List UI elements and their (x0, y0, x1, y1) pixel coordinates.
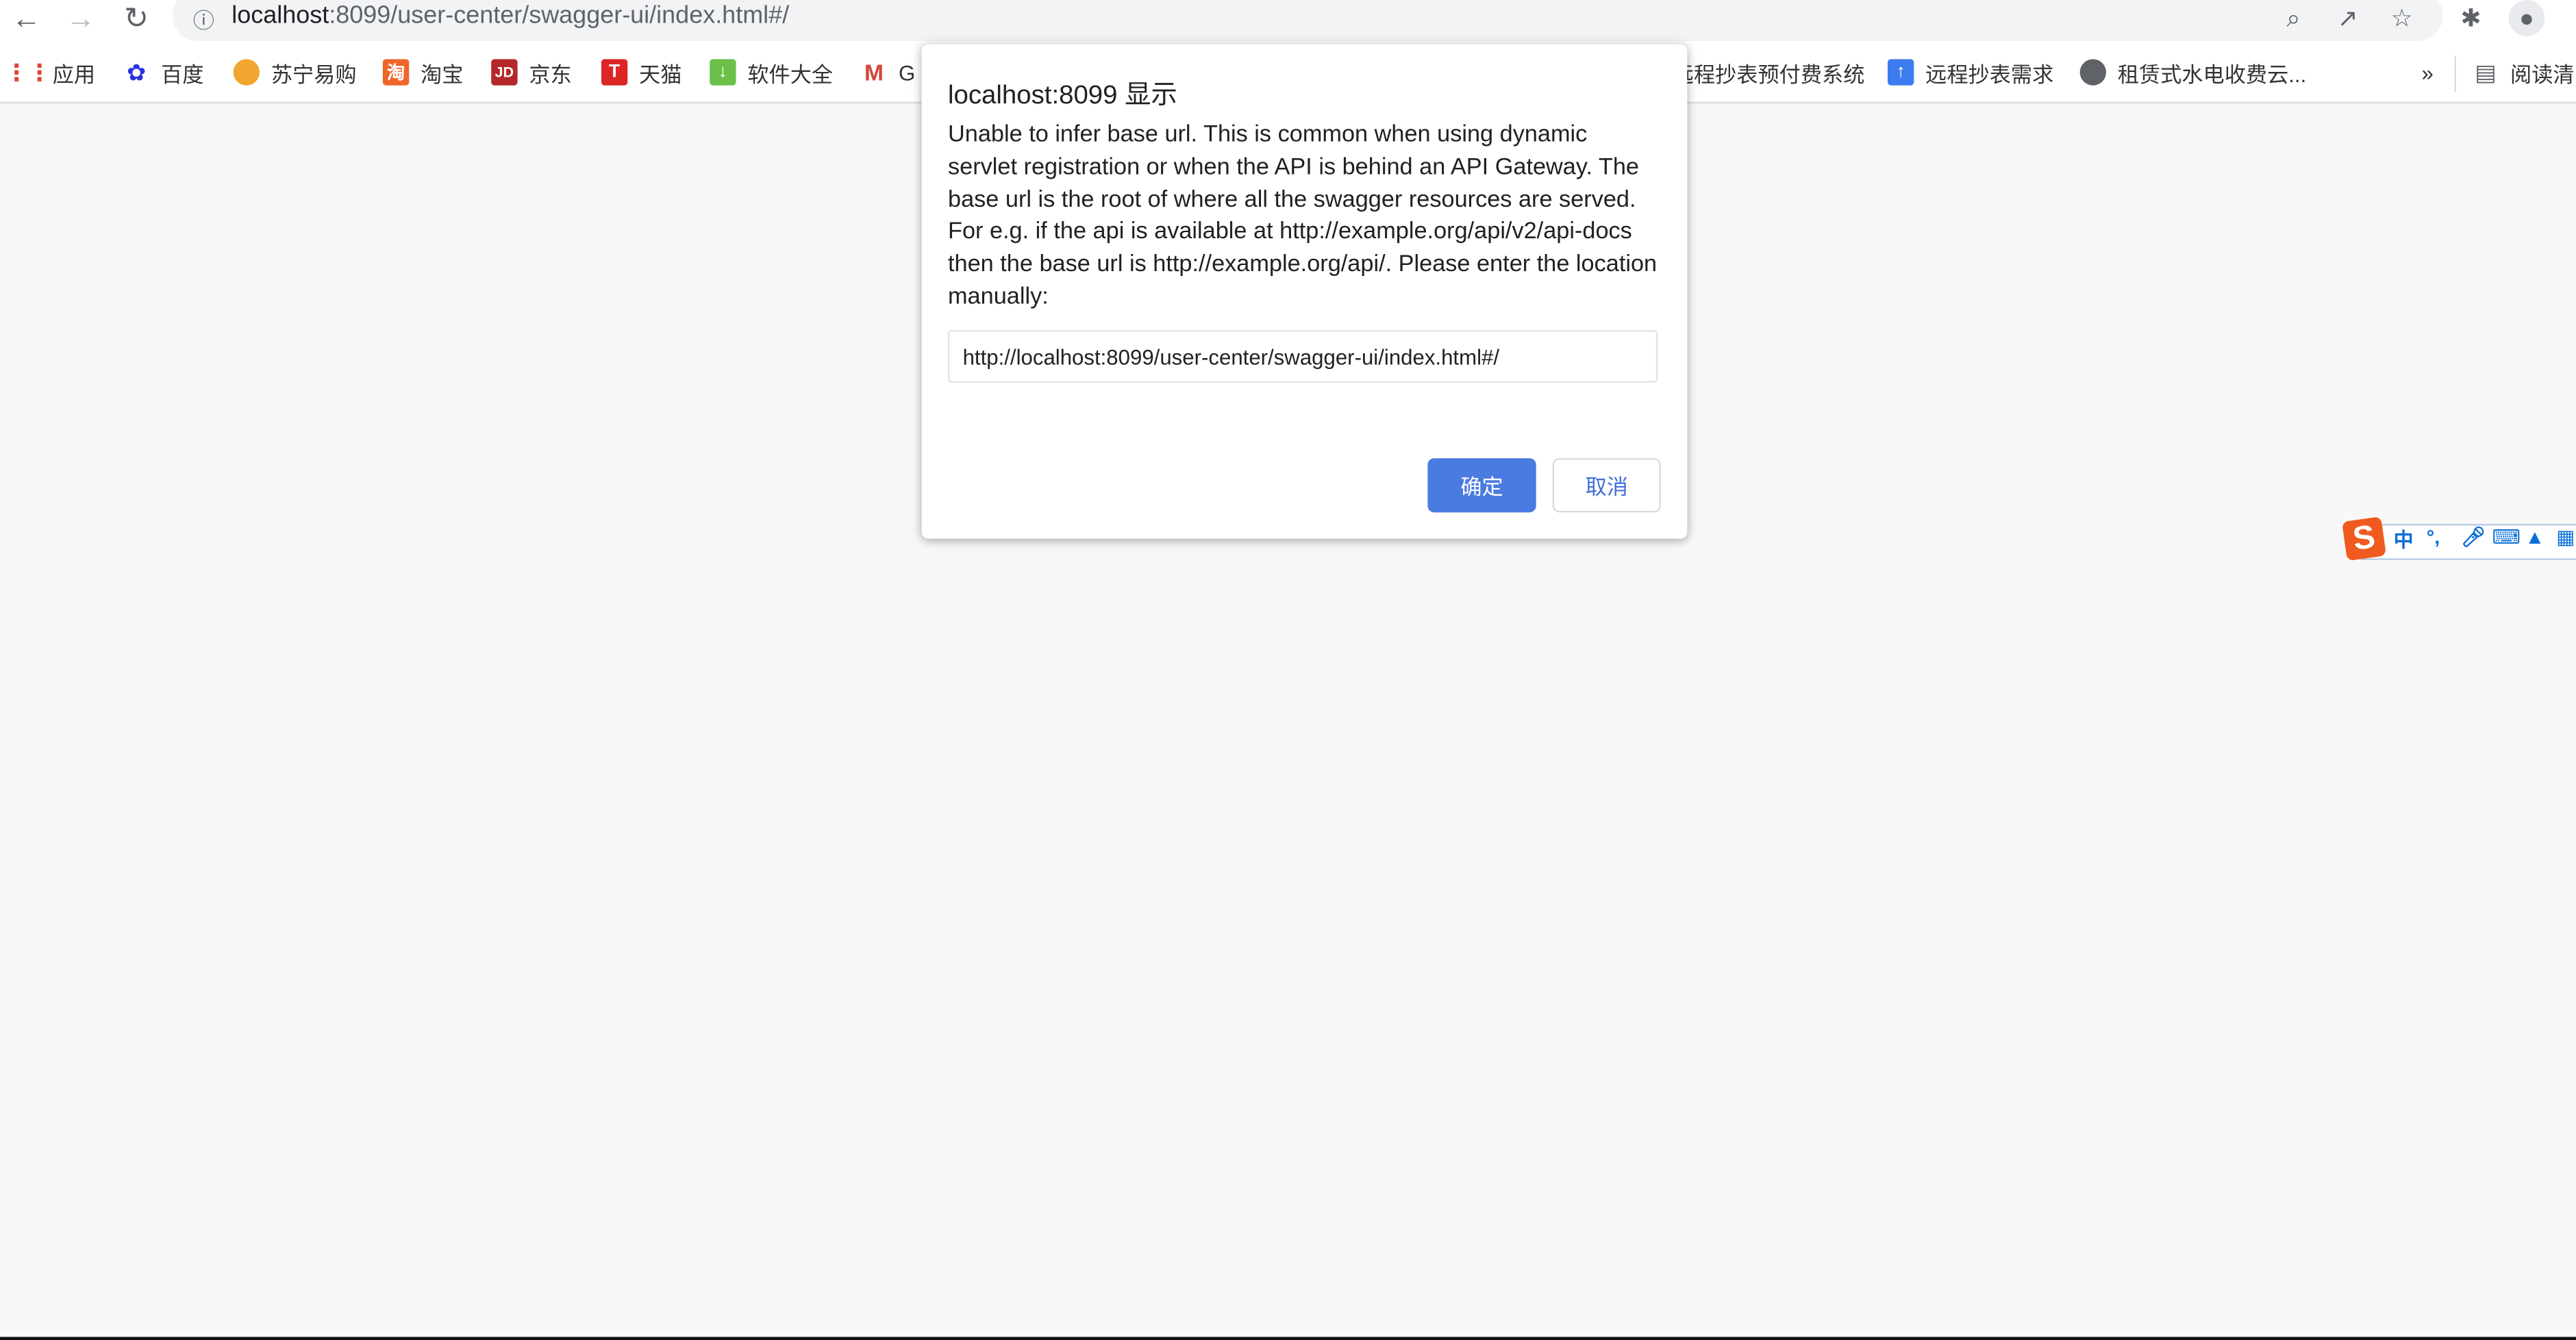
cancel-button[interactable]: 取消 (1552, 458, 1661, 513)
ime-mode-toggle[interactable]: 中 (2394, 526, 2414, 554)
reload-icon[interactable]: ↻ (118, 0, 155, 36)
more-bookmarks-button[interactable]: » (2422, 56, 2434, 89)
dialog-title: localhost:8099 显示 (947, 81, 1177, 110)
reading-list-button[interactable]: ▤ 阅读清 (2473, 56, 2575, 89)
bookmark-baidu[interactable]: ✿ 百度 (123, 56, 204, 89)
divider (2454, 55, 2456, 92)
toolbox-grid-icon[interactable]: ▦ (2556, 526, 2575, 549)
browser-window: ← → ↻ ⓘ localhost:8099/user-center/swagg… (0, 0, 2576, 1340)
back-icon[interactable]: ← (8, 0, 45, 36)
bookmark-software[interactable]: ↓ 软件大全 (710, 56, 833, 89)
microphone-icon[interactable]: 🎤︎ (2461, 526, 2486, 549)
reading-list-label: 阅读清 (2510, 61, 2575, 86)
prompt-dialog: localhost:8099 显示 Unable to infer base u… (921, 44, 1688, 539)
base-url-input[interactable] (947, 330, 1658, 383)
sogou-logo[interactable]: S (2342, 516, 2387, 561)
forward-icon[interactable]: → (62, 0, 99, 36)
keyboard-icon[interactable]: ⌨ (2492, 526, 2521, 549)
ok-button[interactable]: 确定 (1427, 458, 1536, 513)
globe-icon (2079, 59, 2107, 86)
skin-shirt-icon[interactable]: ▲ (2525, 526, 2545, 549)
url-host: localhost (232, 1, 329, 30)
taobao-icon: 淘 (382, 59, 410, 86)
reading-list-icon: ▤ (2475, 58, 2497, 85)
bookmark-label: 远程抄表需求 (1925, 61, 2054, 86)
bookmark-label: 淘宝 (421, 61, 464, 86)
bookmark-label: 软件大全 (747, 61, 834, 86)
bookmark-label: 应用 (52, 61, 96, 86)
suning-lion-icon (233, 59, 260, 86)
bookmark-taobao[interactable]: 淘淘宝 (382, 56, 464, 89)
bookmark-jd[interactable]: JD 京东 (491, 56, 572, 89)
bookmark-label: 租赁式水电收费云... (2117, 61, 2307, 86)
extensions-icon[interactable]: ✱ (2453, 0, 2489, 36)
profile-icon[interactable]: ● (2508, 0, 2545, 36)
url-path: :8099/user-center/swagger-ui/index.html#… (329, 1, 790, 30)
download-icon: ↓ (710, 59, 736, 86)
bookmark-rental-cloud[interactable]: 租赁式水电收费云... (2079, 56, 2307, 89)
baidu-paw-icon: ✿ (126, 58, 147, 85)
bookmark-label: G (899, 60, 916, 85)
bookmark-tmall[interactable]: T 天猫 (601, 56, 682, 89)
bookmark-label: 天猫 (639, 61, 682, 86)
bookmark-label: 远程抄表预付费系统 (1672, 61, 1865, 86)
star-icon[interactable]: ☆ (2384, 0, 2420, 36)
bookmark-requirements[interactable]: ↑ 远程抄表需求 (1887, 56, 2054, 89)
ime-punctuation-toggle[interactable]: °, (2427, 526, 2440, 549)
url-text[interactable]: localhost:8099/user-center/swagger-ui/in… (232, 1, 789, 29)
dialog-message: Unable to infer base url. This is common… (947, 121, 1658, 311)
apps-grid-icon: ⋮⋮ (5, 58, 51, 85)
ime-toolbar[interactable]: S 中 °, 🎤︎ ⌨ ▲ ▦ (2341, 516, 2576, 561)
tmall-icon: T (601, 59, 628, 86)
gmail-icon: M (864, 59, 884, 86)
bookmark-label: 百度 (161, 61, 204, 86)
bookmark-prepaid-system[interactable]: 远程抄表预付费系统 (1673, 56, 1865, 89)
jd-icon: JD (491, 59, 518, 86)
docs-icon: ↑ (1887, 59, 1914, 86)
share-icon[interactable]: ↗ (2329, 0, 2366, 36)
bookmark-gmail[interactable]: MG (861, 56, 915, 89)
bookmark-apps[interactable]: ⋮⋮ 应用 (5, 56, 96, 89)
zoom-icon[interactable]: ⌕ (2275, 0, 2312, 36)
bookmark-label: 苏宁易购 (271, 61, 357, 86)
bookmark-label: 京东 (529, 61, 572, 86)
more-label: » (2421, 60, 2434, 85)
bookmark-suning[interactable]: 苏宁易购 (233, 56, 357, 89)
window-bottom-edge (0, 1337, 2576, 1340)
site-info-icon[interactable]: ⓘ (186, 0, 222, 36)
